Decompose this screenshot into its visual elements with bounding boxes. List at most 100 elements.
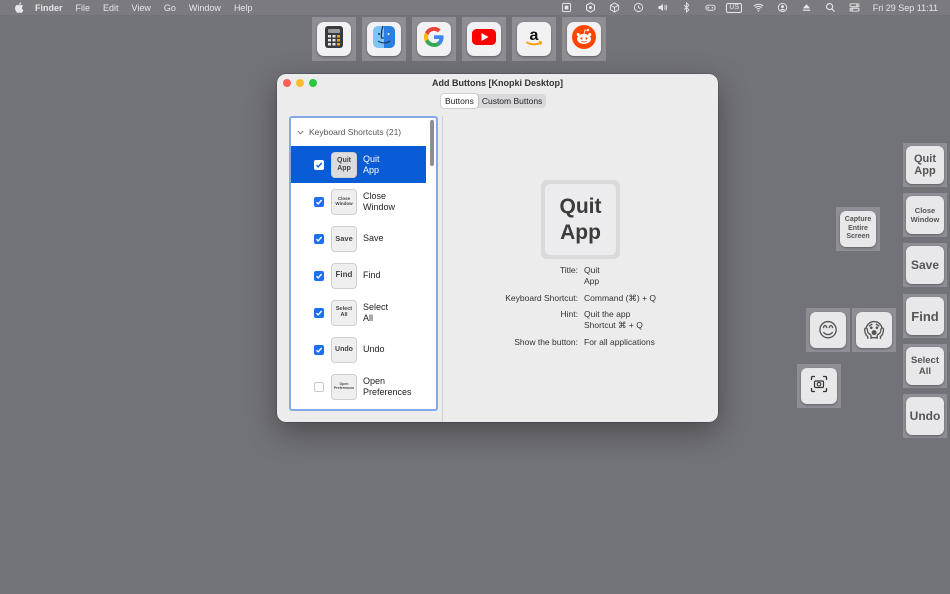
floating-key-label: Save (906, 246, 944, 284)
cube-status-icon[interactable] (606, 0, 623, 15)
menu-go[interactable]: Go (164, 3, 176, 13)
buttons-list[interactable]: Keyboard Shortcuts (21) Quit App Quit Ap… (289, 116, 438, 411)
floating-key-label: Close Window (906, 196, 944, 234)
menu-app-name[interactable]: Finder (35, 3, 63, 13)
menu-file[interactable]: File (76, 3, 91, 13)
floating-key-emoji-smile[interactable]: 😊 (806, 308, 850, 352)
amazon-icon: a (522, 25, 546, 54)
button-preview: Quit App (541, 180, 620, 259)
checkbox[interactable] (314, 159, 324, 170)
list-item-label: Undo (363, 344, 385, 354)
screaming-face-emoji: 😱 (856, 312, 892, 348)
dock-button-amazon[interactable]: a (512, 17, 556, 61)
floating-key-select-all[interactable]: Select All (903, 344, 947, 388)
floating-key-emoji-scream[interactable]: 😱 (852, 308, 896, 352)
dock-button-finder[interactable] (362, 17, 406, 61)
floating-key-screenshot[interactable] (797, 364, 841, 408)
calculator-icon (324, 25, 344, 54)
dock-button-youtube[interactable] (462, 17, 506, 61)
menu-help[interactable]: Help (234, 3, 253, 13)
menu-window[interactable]: Window (189, 3, 221, 13)
floating-key-undo[interactable]: Undo (903, 394, 947, 438)
floating-key-label: Undo (906, 397, 944, 435)
button-thumbnail: Close Window (331, 188, 357, 215)
floating-key-find[interactable]: Find (903, 294, 947, 338)
list-item-undo[interactable]: Undo Undo (291, 331, 426, 368)
list-item-select-all[interactable]: Select All Select All (291, 294, 426, 331)
floating-key-capture-screen[interactable]: Capture Entire Screen (836, 207, 880, 251)
list-item-label: Find (363, 270, 381, 280)
list-item-close-window[interactable]: Close Window Close Window (291, 183, 426, 220)
hexagon-status-icon[interactable] (582, 0, 599, 15)
checkbox[interactable] (314, 307, 324, 318)
button-thumbnail: Quit App (331, 151, 357, 178)
list-item-label: Select All (363, 301, 389, 323)
floating-key-label: Find (906, 297, 944, 335)
youtube-icon (471, 28, 497, 51)
list-scrollbar[interactable] (430, 120, 434, 166)
window-title: Add Buttons [Knopki Desktop] (432, 78, 563, 88)
menu-edit[interactable]: Edit (103, 3, 119, 13)
apple-menu-icon[interactable] (12, 1, 26, 15)
detail-show-label: Show the button: (514, 337, 578, 347)
add-buttons-window: Add Buttons [Knopki Desktop] Buttons Cus… (277, 74, 718, 422)
checkbox[interactable] (314, 233, 324, 244)
segmented-tabs: Buttons Custom Buttons (441, 94, 547, 108)
dock-button-google[interactable] (412, 17, 456, 61)
volume-icon[interactable] (654, 0, 671, 15)
list-item-open-preferences[interactable]: Open Preferences Open Preferences (291, 368, 426, 405)
eject-icon[interactable] (798, 0, 815, 15)
bluetooth-icon[interactable] (678, 0, 695, 15)
google-icon (422, 25, 446, 54)
checkbox[interactable] (314, 344, 324, 355)
button-thumbnail: Undo (331, 336, 357, 363)
button-preview-label: Quit App (545, 184, 616, 255)
checkbox[interactable] (314, 381, 324, 392)
minimize-window-button[interactable] (296, 79, 304, 87)
button-thumbnail: Save (331, 225, 357, 252)
wifi-icon[interactable] (750, 0, 767, 15)
list-item-save[interactable]: Save Save (291, 220, 426, 257)
camera-viewfinder-icon (810, 375, 828, 398)
floating-key-label: Quit App (906, 146, 944, 184)
window-titlebar[interactable]: Add Buttons [Knopki Desktop] (277, 74, 718, 92)
detail-title-label: Title: (559, 265, 578, 275)
detail-shortcut-value: Command (⌘) + Q (584, 293, 657, 303)
dock-button-calculator[interactable] (312, 17, 356, 61)
zoom-window-button[interactable] (309, 79, 317, 87)
svg-text:a: a (530, 27, 539, 44)
chevron-down-icon[interactable] (295, 127, 305, 137)
knopki-status-icon[interactable] (558, 0, 575, 15)
list-item-label: Save (363, 233, 384, 243)
floating-key-close-window[interactable]: Close Window (903, 193, 947, 237)
checkbox[interactable] (314, 196, 324, 207)
menu-view[interactable]: View (132, 3, 151, 13)
user-account-icon[interactable] (774, 0, 791, 15)
control-center-icon[interactable] (846, 0, 863, 15)
input-source-indicator[interactable]: US (726, 0, 743, 15)
group-header-label: Keyboard Shortcuts (21) (309, 127, 402, 137)
list-item-label: Quit App (363, 153, 380, 175)
group-header[interactable]: Keyboard Shortcuts (21) (291, 118, 436, 146)
list-item-quit-app[interactable]: Quit App Quit App (291, 146, 426, 183)
list-item-find[interactable]: Find Find (291, 257, 426, 294)
floating-key-save[interactable]: Save (903, 243, 947, 287)
tab-custom-buttons[interactable]: Custom Buttons (478, 94, 546, 108)
button-thumbnail: Select All (331, 299, 357, 326)
close-window-button[interactable] (283, 79, 291, 87)
status-area: US Fri 29 Sep 11:11 (551, 0, 938, 15)
time-machine-icon[interactable] (630, 0, 647, 15)
tab-buttons[interactable]: Buttons (441, 94, 478, 108)
list-item-label: Open Preferences (363, 375, 412, 397)
floating-key-label: Select All (906, 347, 944, 385)
split-divider[interactable] (442, 116, 443, 422)
detail-hint-label: Hint: (560, 309, 578, 319)
detail-hint-value: Quit the app Shortcut ⌘ + Q (584, 309, 643, 330)
top-button-dock: a (312, 17, 612, 61)
menubar-clock[interactable]: Fri 29 Sep 11:11 (873, 3, 938, 13)
gamepad-status-icon[interactable] (702, 0, 719, 15)
floating-key-quit-app[interactable]: Quit App (903, 143, 947, 187)
dock-button-reddit[interactable] (562, 17, 606, 61)
spotlight-search-icon[interactable] (822, 0, 839, 15)
checkbox[interactable] (314, 270, 324, 281)
